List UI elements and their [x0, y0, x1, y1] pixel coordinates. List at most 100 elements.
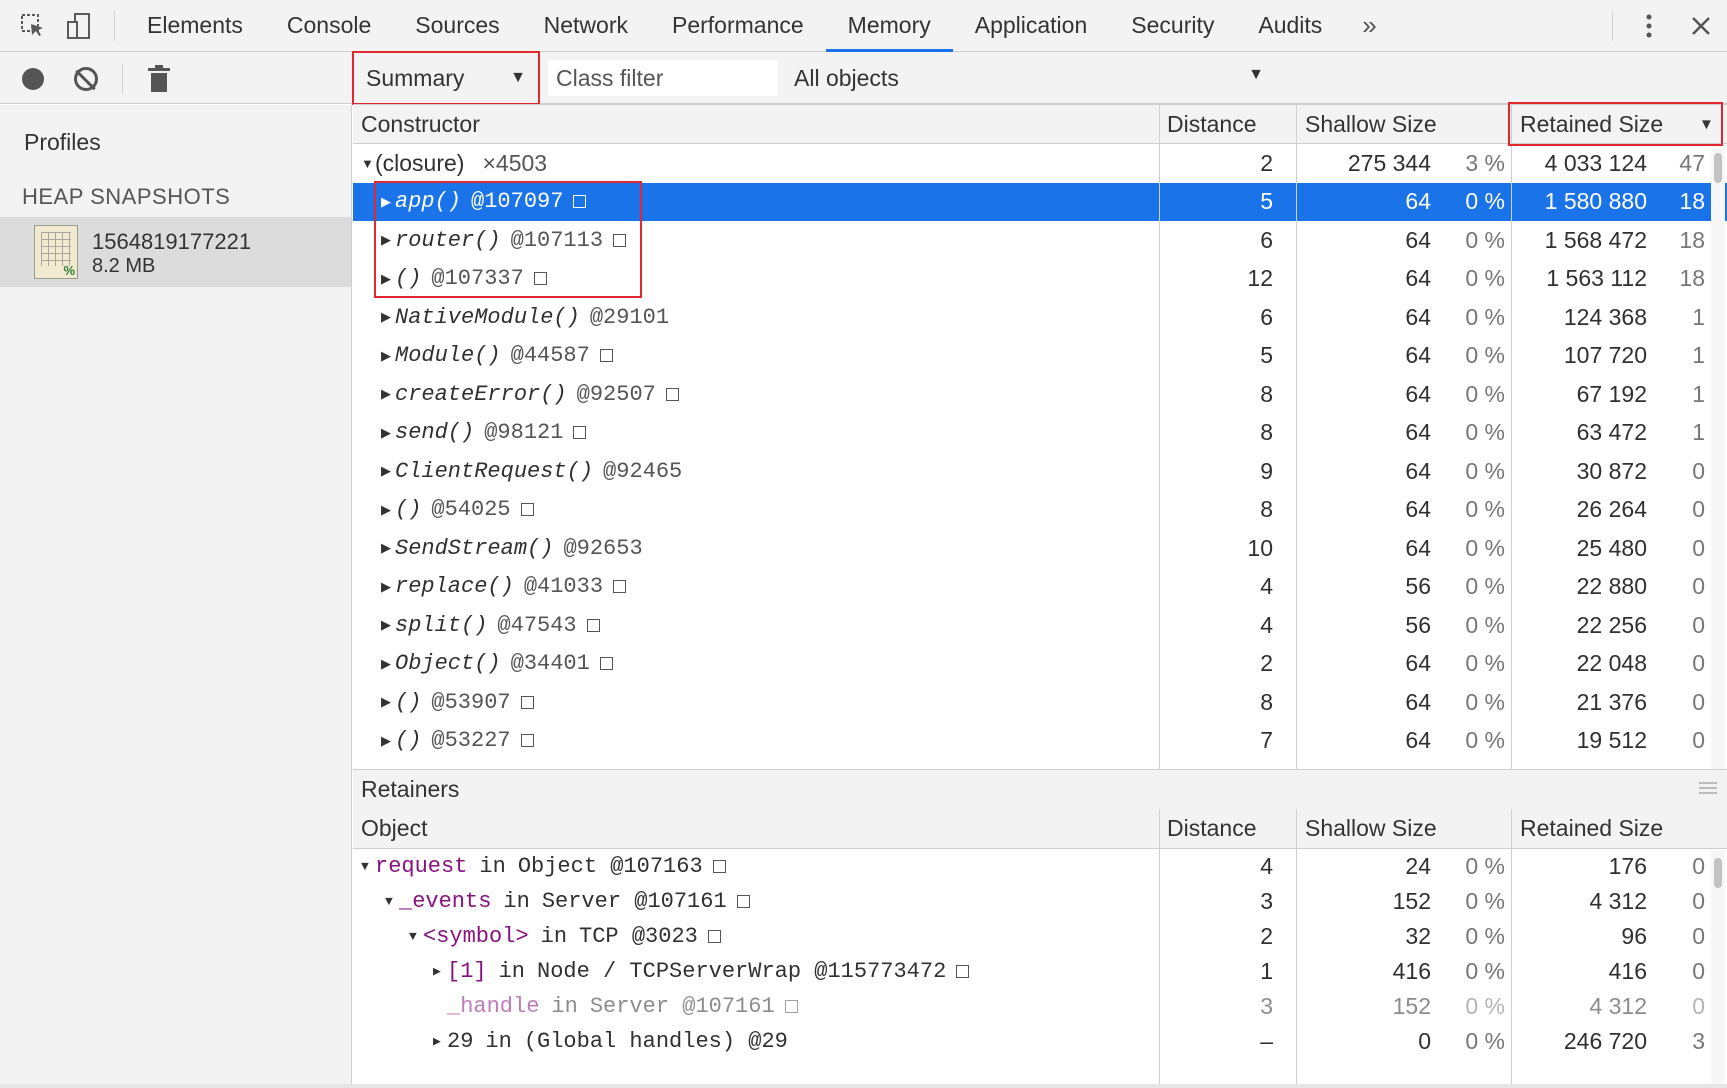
function-name: Module() [395, 343, 501, 368]
reveal-icon[interactable] [586, 618, 600, 632]
retainer-row[interactable]: ▼ request in Object @107163 4 24 0 % 176 0 [353, 849, 1727, 884]
retained-size-cell: 107 720 [1563, 342, 1647, 368]
tab-security[interactable]: Security [1109, 0, 1236, 52]
table-row[interactable]: ▶() @54025 8 64 0 % 26 264 0 [353, 491, 1727, 530]
expand-arrow-icon[interactable]: ▼ [385, 894, 399, 909]
table-row[interactable]: ▶ SendStream() @92653 10 64 0 % 25 480 0 [353, 529, 1727, 568]
expand-arrow-icon[interactable]: ▼ [361, 156, 375, 171]
tab-performance[interactable]: Performance [650, 0, 826, 52]
table-row[interactable]: ▶ createError() @92507 8 64 0 % 67 192 1 [353, 375, 1727, 414]
class-filter-input[interactable] [548, 60, 778, 96]
reveal-icon[interactable] [599, 349, 613, 362]
scrollbar[interactable] [1711, 850, 1725, 1084]
table-row[interactable]: ▶() @53227 7 64 0 % 19 512 0 [353, 722, 1727, 761]
expand-arrow-icon[interactable]: ▶ [381, 502, 395, 518]
tab-sources[interactable]: Sources [393, 0, 521, 52]
reveal-icon[interactable] [956, 965, 970, 978]
expand-arrow-icon[interactable]: ▶ [433, 964, 447, 979]
scrollbar-thumb[interactable] [1714, 858, 1722, 888]
reveal-icon[interactable] [520, 734, 534, 747]
header-distance[interactable]: Distance [1159, 105, 1256, 143]
retainers-header: Retainers [353, 769, 1727, 809]
device-toolbar-icon[interactable] [56, 0, 102, 52]
reveal-icon[interactable] [712, 860, 726, 873]
scrollbar-thumb[interactable] [1714, 153, 1722, 183]
reveal-icon[interactable] [599, 657, 613, 670]
shallow-percent-cell: 0 % [1465, 188, 1505, 214]
header-retained-size[interactable]: Retained Size [1512, 809, 1663, 847]
reveal-icon[interactable] [613, 580, 627, 593]
resize-handle-icon[interactable] [1699, 782, 1717, 794]
header-distance[interactable]: Distance [1159, 809, 1256, 847]
expand-arrow-icon[interactable]: ▶ [381, 386, 395, 402]
header-shallow-size[interactable]: Shallow Size [1297, 105, 1437, 143]
view-select[interactable]: Summary ▼ [352, 51, 540, 105]
expand-arrow-icon[interactable]: ▶ [381, 463, 395, 479]
table-row[interactable]: ▶ replace() @41033 4 56 0 % 22 880 0 [353, 568, 1727, 607]
expand-arrow-icon[interactable]: ▶ [381, 733, 395, 749]
shallow-percent-cell: 0 % [1465, 419, 1505, 445]
distance-cell: 9 [1260, 457, 1273, 484]
objects-select[interactable]: All objects ▼ [794, 52, 1264, 104]
retainer-row[interactable]: ▼ _events in Server @107161 3 152 0 % 4 312 0 [353, 884, 1727, 919]
reveal-icon[interactable] [573, 426, 587, 439]
object-id: @44587 [510, 343, 590, 368]
table-row[interactable]: ▶ send() @98121 8 64 0 % 63 472 1 [353, 414, 1727, 453]
header-constructor[interactable]: Constructor [353, 105, 480, 143]
retainer-row[interactable]: ▶ [1] in Node / TCPServerWrap @115773472 1 41… [353, 954, 1727, 989]
table-row[interactable]: ▶ Object() @34401 2 64 0 % 22 048 0 [353, 645, 1727, 684]
close-icon[interactable] [1675, 0, 1727, 52]
retained-size-cell: 22 048 [1576, 650, 1647, 676]
reveal-icon[interactable] [520, 695, 534, 709]
retainer-row[interactable]: _handle in Server @107161 3 152 0 % 4 312 0 [353, 989, 1727, 1024]
expand-arrow-icon[interactable]: ▶ [381, 540, 395, 556]
tab-network[interactable]: Network [522, 0, 650, 52]
expand-arrow-icon[interactable]: ▶ [381, 617, 395, 633]
function-name: replace() [395, 574, 514, 599]
reveal-icon[interactable] [665, 387, 679, 401]
column-divider [1296, 809, 1297, 1084]
expand-arrow-icon[interactable]: ▶ [381, 656, 395, 672]
retainer-row[interactable]: ▶ 29 in (Global handles) @29 – 0 0 % 246 720 3 [353, 1024, 1727, 1059]
table-row[interactable]: ▶() @53907 8 64 0 % 21 376 0 [353, 683, 1727, 722]
table-row-group[interactable]: ▼ (closure) ×4503 2 275 344 3 % 4 033 124 47 [353, 144, 1727, 183]
expand-arrow-icon[interactable]: ▶ [381, 348, 395, 364]
expand-arrow-icon[interactable]: ▶ [381, 579, 395, 595]
kebab-menu-icon[interactable] [1623, 0, 1675, 52]
table-row[interactable]: ▶ split() @47543 4 56 0 % 22 256 0 [353, 606, 1727, 645]
table-row[interactable]: ▶ NativeModule() @29101 6 64 0 % 124 368 1 [353, 298, 1727, 337]
expand-arrow-icon[interactable]: ▶ [381, 694, 395, 710]
snapshot-item[interactable]: % 1564819177221 8.2 MB [0, 217, 351, 287]
tab-console[interactable]: Console [265, 0, 393, 52]
trash-icon[interactable] [148, 65, 170, 93]
shallow-size-cell: 64 [1405, 650, 1431, 676]
toolbar-divider [114, 10, 115, 41]
clear-icon[interactable] [74, 67, 98, 91]
tab-application[interactable]: Application [953, 0, 1110, 52]
distance-cell: 1 [1260, 958, 1273, 984]
scrollbar[interactable] [1711, 145, 1725, 769]
reveal-icon[interactable] [784, 1000, 798, 1013]
expand-arrow-icon[interactable]: ▶ [381, 425, 395, 441]
object-id: @54025 [431, 497, 511, 522]
reveal-icon[interactable] [736, 895, 750, 908]
column-divider [1511, 809, 1512, 1084]
record-icon[interactable] [22, 68, 44, 90]
more-tabs-button[interactable]: » [1344, 0, 1394, 52]
reveal-icon[interactable] [707, 930, 721, 943]
reveal-icon[interactable] [520, 503, 534, 516]
retainer-row[interactable]: ▼ <symbol> in TCP @3023 2 32 0 % 96 0 [353, 919, 1727, 954]
expand-arrow-icon[interactable]: ▼ [409, 929, 423, 944]
table-row[interactable]: ▶ ClientRequest() @92465 9 64 0 % 30 872 0 [353, 452, 1727, 491]
expand-arrow-icon[interactable]: ▶ [433, 1034, 447, 1049]
header-object[interactable]: Object [353, 809, 427, 847]
tab-elements[interactable]: Elements [125, 0, 265, 52]
expand-arrow-icon[interactable]: ▼ [361, 859, 375, 874]
tab-audits[interactable]: Audits [1236, 0, 1344, 52]
shallow-percent-cell: 0 % [1465, 888, 1505, 914]
header-shallow-size[interactable]: Shallow Size [1297, 809, 1437, 847]
inspect-element-icon[interactable] [10, 0, 56, 52]
table-row[interactable]: ▶ Module() @44587 5 64 0 % 107 720 1 [353, 337, 1727, 376]
expand-arrow-icon[interactable]: ▶ [381, 309, 395, 325]
tab-memory[interactable]: Memory [825, 0, 953, 52]
